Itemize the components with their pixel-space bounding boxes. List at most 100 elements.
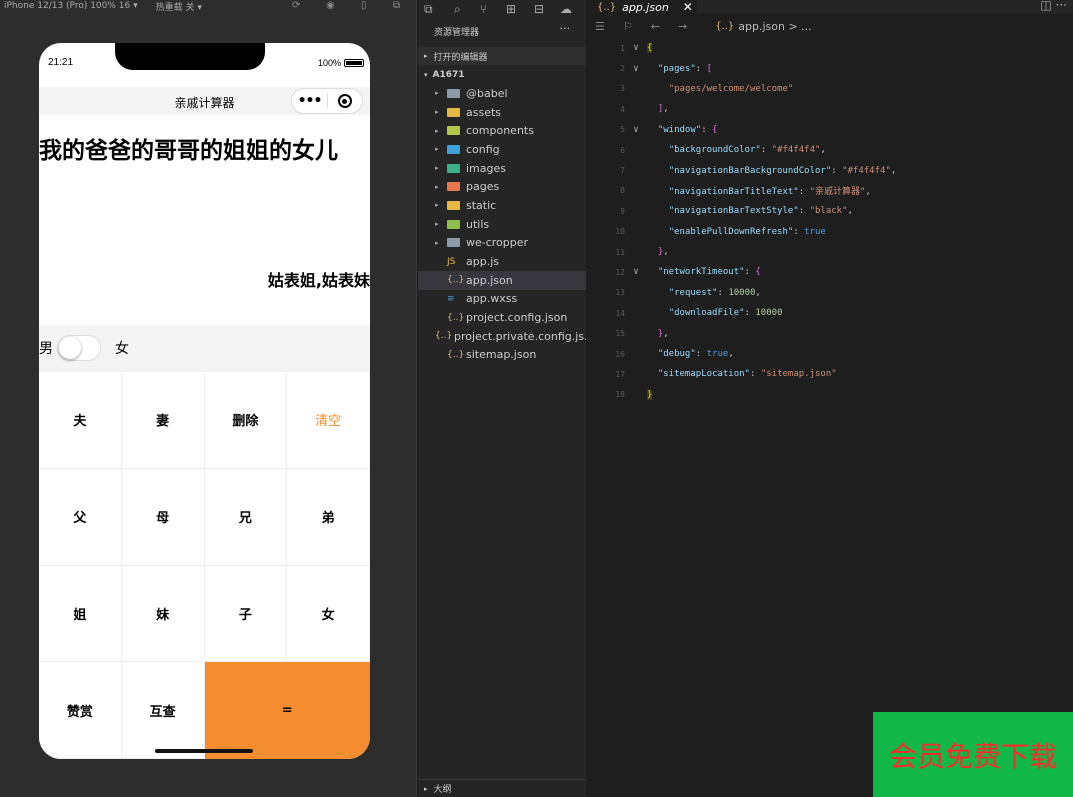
fold-icon[interactable]: ∨ [625,43,647,53]
project-root-label: A1671 [432,70,465,80]
code-text: "pages": [ [657,63,713,74]
popout-icon[interactable]: ⧉ [393,0,400,11]
more-icon[interactable]: ••• [292,93,327,109]
tree-folder[interactable]: ▸ @babel [418,84,586,103]
file-icon: {..} [447,275,465,286]
key-elder-brother[interactable]: 兄 [204,468,288,566]
close-icon[interactable]: ✕ [683,0,693,14]
line-number: 2 [620,64,625,74]
key-father[interactable]: 父 [39,468,122,566]
tree-folder[interactable]: ▸ config [418,140,586,159]
code-text: "sitemapLocation": "sitemap.json" [657,369,837,380]
breadcrumb-json-icon: {..} [715,20,735,32]
opened-editors-section[interactable]: ▸ 打开的编辑器 [418,47,586,65]
stop-icon[interactable]: ◉ [326,0,335,11]
line-number: 5 [620,125,625,135]
tree-folder[interactable]: ▸ static [418,196,586,215]
split-editor-icon[interactable]: ◫ ··· [1040,0,1067,12]
tree-file[interactable]: JS app.js [418,252,586,271]
outline-section[interactable]: ▸ 大纲 [418,779,586,797]
tree-folder[interactable]: ▸ assets [418,103,586,122]
close-miniprogram-icon[interactable] [328,94,362,108]
key-younger-sister[interactable]: 妹 [121,565,205,663]
tree-file[interactable]: {..} app.json [418,270,586,290]
code-line: 7 "navigationBarBackgroundColor": "#f4f4… [587,160,1073,180]
cloud-icon[interactable]: ☁ [560,2,572,16]
code-line: 3 "pages/welcome/welcome" [587,79,1073,99]
key-wife[interactable]: 妻 [121,372,205,469]
files-icon[interactable]: ⧉ [424,2,433,17]
list-icon[interactable]: ☰ [595,20,605,33]
relation-expression: 我的爸爸的哥哥的姐姐的女儿 [39,138,338,164]
key-equals[interactable]: = [204,662,370,759]
tree-item-label: static [466,198,497,212]
project-root[interactable]: ▾ A1671 [424,70,465,80]
tree-folder[interactable]: ▸ images [418,159,586,178]
key-elder-sister[interactable]: 姐 [39,565,122,663]
code-line: 12 ∨ "networkTimeout": { [587,262,1073,282]
line-number: 14 [615,308,625,318]
code-line: 18} [587,385,1073,405]
tree-file[interactable]: {..} project.private.config.js... [418,327,586,346]
file-icon: JS [447,256,456,267]
file-icon: {..} [435,331,453,342]
line-number: 9 [620,206,625,216]
app-window: iPhone 12/13 (Pro) 100% 16 ▾ 热重载 关 ▾ ⟳ ◉… [0,0,1073,797]
key-son[interactable]: 子 [204,565,288,663]
line-number: 12 [615,267,625,277]
explorer-more-icon[interactable]: ··· [560,22,571,35]
forward-icon[interactable]: → [678,20,687,33]
tree-folder[interactable]: ▸ utils [418,215,586,234]
key-clear[interactable]: 清空 [287,372,370,469]
tree-file[interactable]: {..} sitemap.json [418,346,586,365]
line-number: 18 [615,390,625,400]
line-number: 17 [615,369,625,379]
key-daughter[interactable]: 女 [287,565,370,663]
key-tip[interactable]: 赞赏 [39,662,122,759]
back-icon[interactable]: ← [651,20,660,33]
refresh-icon[interactable]: ⟳ [292,0,300,11]
search-icon[interactable]: ⌕ [454,2,461,17]
hot-reload-toggle[interactable]: 热重载 关 ▾ [156,0,202,13]
extensions-icon[interactable]: ⊞ [506,2,516,16]
line-number: 4 [620,104,625,114]
key-younger-brother[interactable]: 弟 [287,468,370,566]
line-number: 10 [615,227,625,237]
key-husband[interactable]: 夫 [39,372,122,469]
tree-file[interactable]: ≡ app.wxss [418,290,586,309]
folder-icon [447,219,460,229]
code-area[interactable]: 1 ∨{2 ∨ "pages": [3 "pages/welcome/welcome… [587,38,1073,405]
device-selector[interactable]: iPhone 12/13 (Pro) 100% 16 ▾ [4,1,138,11]
chevron-right-icon: ▸ [435,145,439,154]
breadcrumb-path[interactable]: app.json > ... [738,20,811,33]
key-mother[interactable]: 母 [121,468,205,566]
code-line: 6 "backgroundColor": "#f4f4f4", [587,140,1073,160]
folder-icon [447,88,460,98]
tree-item-label: app.wxss [466,292,518,306]
tree-item-label: app.json [466,273,513,287]
line-number: 8 [620,186,625,196]
key-delete[interactable]: 删除 [204,372,288,469]
tree-folder[interactable]: ▸ we-cropper [418,234,586,253]
fold-icon[interactable]: ∨ [625,125,647,135]
debug-icon[interactable]: ⊟ [534,2,544,16]
phone-screen: 21:21 100% 亲戚计算器 ••• 我的爸爸的哥哥的姐姐的女儿 姑表姐,姑… [39,43,370,759]
phone-icon[interactable]: ▯ [361,0,367,11]
keypad: 夫 妻 删除 清空 父 母 兄 弟 姐 妹 子 女 赞赏 互查 = [39,371,370,759]
tree-folder[interactable]: ▸ pages [418,177,586,196]
tab-app-json[interactable]: {..} app.json ✕ [587,0,697,14]
simulator-toolbar: iPhone 12/13 (Pro) 100% 16 ▾ 热重载 关 ▾ ⟳ ◉… [0,0,416,13]
tree-file[interactable]: {..} project.config.json [418,308,586,327]
fold-icon[interactable]: ∨ [625,267,647,277]
tree-folder[interactable]: ▸ components [418,121,586,140]
chevron-right-icon: ▸ [435,108,439,117]
code-line: 11 }, [587,242,1073,262]
bookmark-icon[interactable]: ⚐ [623,20,633,33]
source-control-icon[interactable]: ⑂ [480,2,487,16]
key-reverse-lookup[interactable]: 互查 [121,662,205,759]
fold-icon[interactable]: ∨ [625,64,647,74]
folder-icon [447,144,460,154]
gender-toggle[interactable] [57,335,101,361]
ad-banner[interactable]: 会员免费下载 [873,712,1073,797]
code-line: 13 "request": 10000, [587,283,1073,303]
